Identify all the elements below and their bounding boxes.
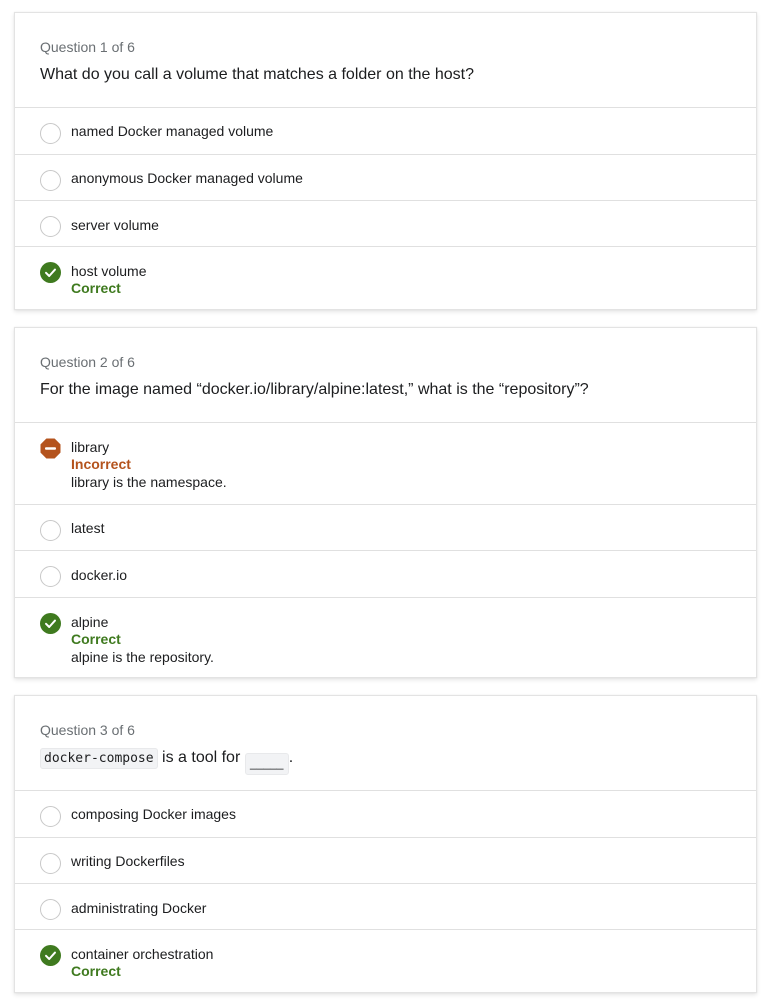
radio-empty-icon[interactable] [40, 899, 61, 920]
answer-option-latest[interactable]: latest [15, 504, 756, 551]
answer-label: container orchestration [71, 946, 214, 962]
fill-in-blank: _____ [244, 753, 289, 775]
question-counter: Question 1 of 6 [40, 39, 135, 55]
answer-option-writing-dockerfiles[interactable]: writing Dockerfiles [15, 837, 756, 884]
answer-label: library [71, 439, 110, 455]
answer-option-alpine[interactable]: alpine Correct alpine is the repository. [15, 597, 756, 679]
check-circle-icon [40, 613, 61, 634]
answer-label: writing Dockerfiles [71, 853, 185, 869]
question-card-2: Question 2 of 6 For the image named “doc… [14, 327, 757, 678]
answer-label: latest [71, 520, 105, 536]
check-circle-icon [40, 262, 61, 283]
answer-label: host volume [71, 263, 147, 279]
feedback-correct: Correct [71, 631, 121, 647]
answer-explanation: alpine is the repository. [71, 649, 214, 665]
answer-option-server-volume[interactable]: server volume [15, 200, 756, 247]
feedback-incorrect: Incorrect [71, 456, 131, 472]
answer-label: administrating Docker [71, 900, 207, 916]
answer-option-host-volume[interactable]: host volume Correct [15, 246, 756, 311]
feedback-correct: Correct [71, 963, 121, 979]
answer-option-container-orchestration[interactable]: container orchestration Correct [15, 929, 756, 994]
answer-label: named Docker managed volume [71, 123, 274, 139]
answer-label: docker.io [71, 567, 128, 583]
answer-option-anonymous-volume[interactable]: anonymous Docker managed volume [15, 154, 756, 201]
question-text-middle: is a tool for [157, 749, 245, 766]
radio-empty-icon[interactable] [40, 566, 61, 587]
answer-option-docker-io[interactable]: docker.io [15, 550, 756, 597]
answer-option-administrating-docker[interactable]: administrating Docker [15, 883, 756, 930]
question-card-1: Question 1 of 6 What do you call a volum… [14, 12, 757, 310]
radio-empty-icon[interactable] [40, 520, 61, 541]
answer-option-composing-images[interactable]: composing Docker images [15, 790, 756, 837]
answer-label: server volume [71, 217, 159, 233]
answer-explanation: library is the namespace. [71, 474, 227, 490]
question-prompt: docker-compose is a tool for _____. [40, 748, 293, 775]
feedback-correct: Correct [71, 280, 121, 296]
check-circle-icon [40, 945, 61, 966]
question-text-end: . [288, 749, 294, 766]
no-entry-icon [40, 438, 61, 459]
inline-code: docker-compose [40, 748, 158, 769]
radio-empty-icon[interactable] [40, 806, 61, 827]
answer-label: anonymous Docker managed volume [71, 170, 303, 186]
radio-empty-icon[interactable] [40, 216, 61, 237]
radio-empty-icon[interactable] [40, 170, 61, 191]
answer-label: alpine [71, 614, 109, 630]
answer-option-named-volume[interactable]: named Docker managed volume [15, 107, 756, 154]
question-counter: Question 2 of 6 [40, 354, 135, 370]
radio-empty-icon[interactable] [40, 853, 61, 874]
question-prompt: What do you call a volume that matches a… [40, 66, 475, 83]
radio-empty-icon[interactable] [40, 123, 61, 144]
answer-option-library[interactable]: library Incorrect library is the namespa… [15, 422, 756, 504]
question-card-3: Question 3 of 6 docker-compose is a tool… [14, 695, 757, 993]
answer-label: composing Docker images [71, 806, 236, 822]
question-prompt: For the image named “docker.io/library/a… [40, 381, 589, 398]
question-counter: Question 3 of 6 [40, 722, 135, 738]
